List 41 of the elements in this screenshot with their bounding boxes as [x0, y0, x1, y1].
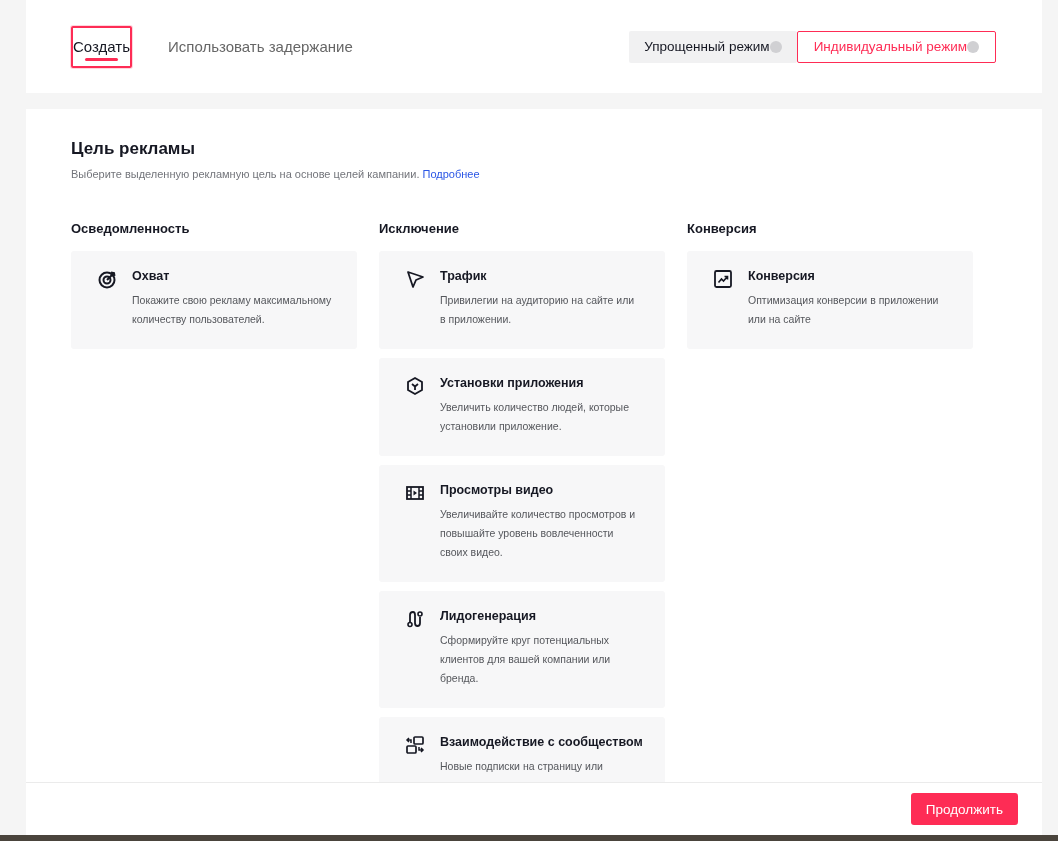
column-heading: Исключение [379, 221, 460, 236]
objective-option[interactable]: Трафик Привилегии на аудиторию на сайте или в приложении. [379, 251, 665, 349]
mode-toggle[interactable]: Упрощенный режим [629, 30, 797, 63]
swap-squares-icon [405, 735, 425, 755]
path-icon [405, 609, 425, 629]
tab[interactable]: Создать [71, 25, 132, 68]
section-subtitle: Выберите выделенную рекламную цель на основе целей кампании. Подробнее [71, 168, 481, 180]
option-description: Увеличить количество людей, которые установили приложение. [440, 400, 630, 434]
option-description: Привилегии на аудиторию на сайте или в приложении. [440, 293, 636, 327]
learn-more-link[interactable]: Подробнее [422, 168, 480, 180]
section-title: Цель рекламы [71, 139, 196, 159]
option-description: Сформируйте круг потенциальных клиентов для вашей компании или бренда. [440, 633, 612, 686]
objective-option[interactable]: Взаимодействие с сообществом Новые подписки на страницу или [379, 717, 665, 782]
objective-option[interactable]: Установки приложения Увеличить количество людей, которые установили приложение. [379, 358, 665, 456]
tab[interactable]: Использовать задержание [166, 25, 355, 68]
option-title: Просмотры видео [440, 483, 555, 497]
help-icon[interactable] [769, 40, 782, 53]
option-title: Взаимодействие с сообществом [440, 735, 643, 749]
column-heading: Осведомленность [71, 221, 191, 236]
help-icon[interactable] [967, 40, 979, 53]
option-title: Трафик [440, 269, 488, 283]
option-title: Установки приложения [440, 376, 585, 390]
objective-option[interactable]: Конверсия Оптимизация конверсии в приложении или на сайте [687, 251, 973, 349]
hexagon-icon [405, 376, 425, 396]
objective-option[interactable]: Просмотры видео Увеличивайте количество просмотров и повышайте уровень вовлеченности своих видео. [379, 465, 665, 582]
option-title: Охват [132, 269, 171, 283]
option-description: Покажите свою рекламу максимальному количеству пользователей. [132, 293, 333, 327]
trend-chart-icon [713, 269, 733, 289]
option-title: Лидогенерация [440, 609, 537, 623]
film-icon [405, 483, 425, 503]
cursor-arrow-icon [405, 269, 425, 289]
option-description: Оптимизация конверсии в приложении или на сайте [748, 293, 940, 327]
continue-button[interactable]: Продолжить [910, 793, 1018, 825]
column-heading: Конверсия [687, 221, 758, 236]
option-description: Увеличивайте количество просмотров и повышайте уровень вовлеченности своих видео. [440, 507, 637, 560]
option-description: Новые подписки на страницу или [440, 759, 604, 774]
mode-toggle[interactable]: Индивидуальный режим [796, 30, 996, 63]
target-icon [97, 269, 117, 289]
option-title: Конверсия [748, 269, 816, 283]
objective-option[interactable]: Лидогенерация Сформируйте круг потенциальных клиентов для вашей компании или бренда. [379, 591, 665, 708]
objective-option[interactable]: Охват Покажите свою рекламу максимальному количеству пользователей. [71, 251, 357, 349]
